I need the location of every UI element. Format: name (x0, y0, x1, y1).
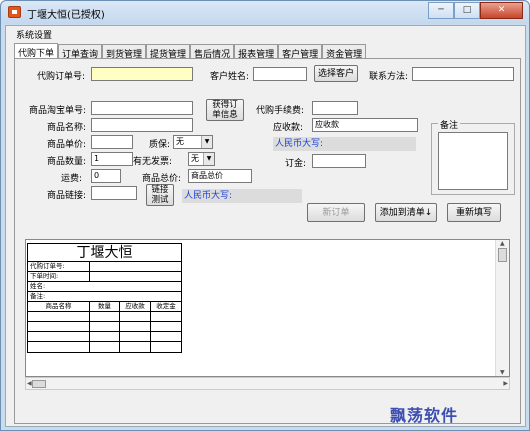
order-no-input[interactable] (91, 67, 193, 81)
title-bar[interactable]: 丁堰大恒(已授权) ─ □ ✕ (1, 1, 529, 24)
customer-name-label: 客户姓名: (210, 72, 250, 82)
window-title: 丁堰大恒(已授权) (27, 10, 105, 21)
refill-button[interactable]: 重新填写 (447, 203, 501, 222)
horizontal-scrollbar[interactable]: ◀ ▶ (25, 377, 510, 390)
order-panel: 代购订单号: 客户姓名: 选择客户 联系方法: 商品淘宝单号: 获得订 单信息 … (14, 58, 521, 424)
receipt-table-row (28, 312, 181, 322)
deposit-label: 订金: (285, 159, 307, 169)
receipt-column-header: 应收款 (120, 302, 151, 312)
receipt-row-label: 备注: (30, 292, 46, 300)
receipt: 丁堰大恒 代购订单号: 下单时间: 姓名: 备注: 商品名称 数量 应收款 收定… (27, 243, 182, 353)
tab-arrival[interactable]: 到货管理 (102, 44, 147, 60)
customer-name-input[interactable] (253, 67, 307, 81)
contact-input[interactable] (412, 67, 514, 81)
contact-label: 联系方法: (369, 72, 409, 82)
total-price-label: 商品总价: (142, 174, 182, 184)
fee-input[interactable] (312, 101, 358, 115)
shipping-input[interactable]: 0 (91, 169, 121, 183)
receipt-title: 丁堰大恒 (28, 244, 181, 262)
close-button[interactable]: ✕ (480, 2, 523, 19)
invoice-label: 有无发票: (133, 157, 173, 167)
new-order-button[interactable]: 新订单 (307, 203, 365, 222)
tab-funds[interactable]: 资金管理 (322, 44, 367, 60)
receipt-table-row (28, 342, 181, 352)
get-order-info-button[interactable]: 获得订 单信息 (206, 99, 244, 121)
receipt-row-label: 姓名: (30, 282, 46, 290)
receipt-row-label: 下单时间: (28, 272, 90, 281)
app-icon (8, 6, 21, 18)
tab-order-query[interactable]: 订单查询 (58, 44, 103, 60)
receipt-preview: 丁堰大恒 代购订单号: 下单时间: 姓名: 备注: 商品名称 数量 应收款 收定… (25, 239, 510, 377)
taobao-no-label: 商品淘宝单号: (29, 106, 87, 116)
fee-label: 代购手续费: (256, 106, 305, 116)
link-label: 商品链接: (47, 191, 87, 201)
add-to-list-button[interactable]: 添加到清单↓ (375, 203, 437, 222)
deposit-input[interactable] (312, 154, 366, 168)
remark-group: 备注 (431, 118, 515, 195)
order-no-label: 代购订单号: (37, 72, 86, 82)
scroll-right-icon[interactable]: ▶ (503, 380, 508, 387)
receipt-column-header: 商品名称 (28, 302, 90, 312)
receipt-table-header: 商品名称 数量 应收款 收定金 (28, 302, 181, 312)
receipt-column-header: 收定金 (151, 302, 181, 312)
horizontal-scroll-thumb[interactable] (32, 380, 46, 388)
select-customer-button[interactable]: 选择客户 (314, 65, 358, 82)
rmb-upper-text-2: 人民币大写: (182, 189, 302, 203)
unit-price-input[interactable] (91, 135, 133, 149)
remark-label: 备注 (438, 118, 461, 131)
scroll-down-icon[interactable]: ▼ (500, 369, 505, 376)
client-area: 系统设置 代购下单 订单查询 到货管理 提货管理 售后情况 报表管理 客户管理 … (5, 25, 526, 427)
invoice-select[interactable]: 无 ▼ (188, 152, 215, 166)
minimize-button[interactable]: ─ (428, 2, 454, 19)
vertical-scrollbar[interactable]: ▲ ▼ (495, 240, 509, 376)
receipt-table-row (28, 332, 181, 342)
tab-order[interactable]: 代购下单 (14, 43, 59, 59)
receipt-table-row (28, 322, 181, 332)
chevron-down-icon: ▼ (201, 136, 212, 148)
quantity-input[interactable]: 1 (91, 152, 133, 166)
menu-bar: 系统设置 (6, 26, 525, 41)
tab-pickup[interactable]: 提货管理 (146, 44, 191, 60)
tab-after-sales[interactable]: 售后情况 (190, 44, 235, 60)
tab-strip: 代购下单 订单查询 到货管理 提货管理 售后情况 报表管理 客户管理 资金管理 (14, 43, 367, 60)
app-window: 丁堰大恒(已授权) ─ □ ✕ 系统设置 代购下单 订单查询 到货管理 提货管理… (0, 0, 530, 431)
total-price-input[interactable]: 商品总价 (188, 169, 252, 183)
remark-input[interactable] (438, 132, 508, 190)
goods-name-input[interactable] (91, 118, 193, 132)
vertical-scroll-thumb[interactable] (498, 248, 507, 262)
receipt-column-header: 数量 (90, 302, 120, 312)
link-test-button[interactable]: 链接 测试 (146, 184, 174, 206)
scroll-left-icon[interactable]: ◀ (27, 380, 32, 387)
unit-price-label: 商品单价: (47, 140, 87, 150)
shipping-label: 运费: (61, 174, 83, 184)
receivable-label: 应收款: (273, 123, 304, 133)
watermark-logo: 飘荡软件 (390, 406, 459, 425)
scroll-up-icon[interactable]: ▲ (500, 240, 505, 247)
chevron-down-icon: ▼ (203, 153, 214, 165)
warranty-label: 质保: (149, 140, 171, 150)
receipt-row-label: 代购订单号: (28, 262, 90, 271)
menu-system-settings[interactable]: 系统设置 (16, 28, 52, 41)
tab-customers[interactable]: 客户管理 (278, 44, 323, 60)
tab-reports[interactable]: 报表管理 (234, 44, 279, 60)
receivable-input[interactable]: 应收款 (312, 118, 418, 132)
rmb-upper-text-1: 人民币大写: (273, 137, 416, 151)
link-input[interactable] (91, 186, 137, 200)
taobao-no-input[interactable] (91, 101, 193, 115)
maximize-button[interactable]: □ (454, 2, 480, 19)
warranty-select[interactable]: 无 ▼ (173, 135, 213, 149)
quantity-label: 商品数量: (47, 157, 87, 167)
goods-name-label: 商品名称: (47, 123, 87, 133)
